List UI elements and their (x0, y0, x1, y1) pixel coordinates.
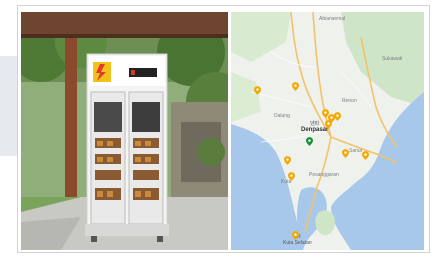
map-pin-icon[interactable] (292, 82, 299, 91)
map-pin-icon[interactable] (334, 112, 341, 121)
map-label-center-east: Renon (342, 98, 357, 104)
map-pin-icon[interactable] (284, 156, 291, 165)
airport-name: Kuta Selatan (283, 240, 312, 246)
map-label-sanur: Sanur (349, 148, 363, 154)
map-pin-icon[interactable] (292, 231, 299, 240)
location-map[interactable]: Abiansemal Sukawati Dalung Renon Kuta Pe… (231, 12, 424, 250)
map-pin-icon[interactable] (325, 120, 332, 129)
station-photo (21, 12, 228, 250)
station-photo-illustration (21, 12, 228, 250)
map-pin-icon[interactable] (362, 151, 369, 160)
map-pin-icon[interactable] (288, 172, 295, 181)
map-pin-icon[interactable] (342, 149, 349, 158)
map-label-west: Dalung (274, 113, 290, 119)
map-label-north: Abiansemal (319, 16, 346, 22)
map-pin-icon[interactable] (254, 86, 261, 95)
map-label-east: Sukawati (382, 56, 403, 62)
map-pin-icon[interactable] (306, 137, 313, 146)
map-label-south: Pesanggaran (309, 172, 339, 178)
